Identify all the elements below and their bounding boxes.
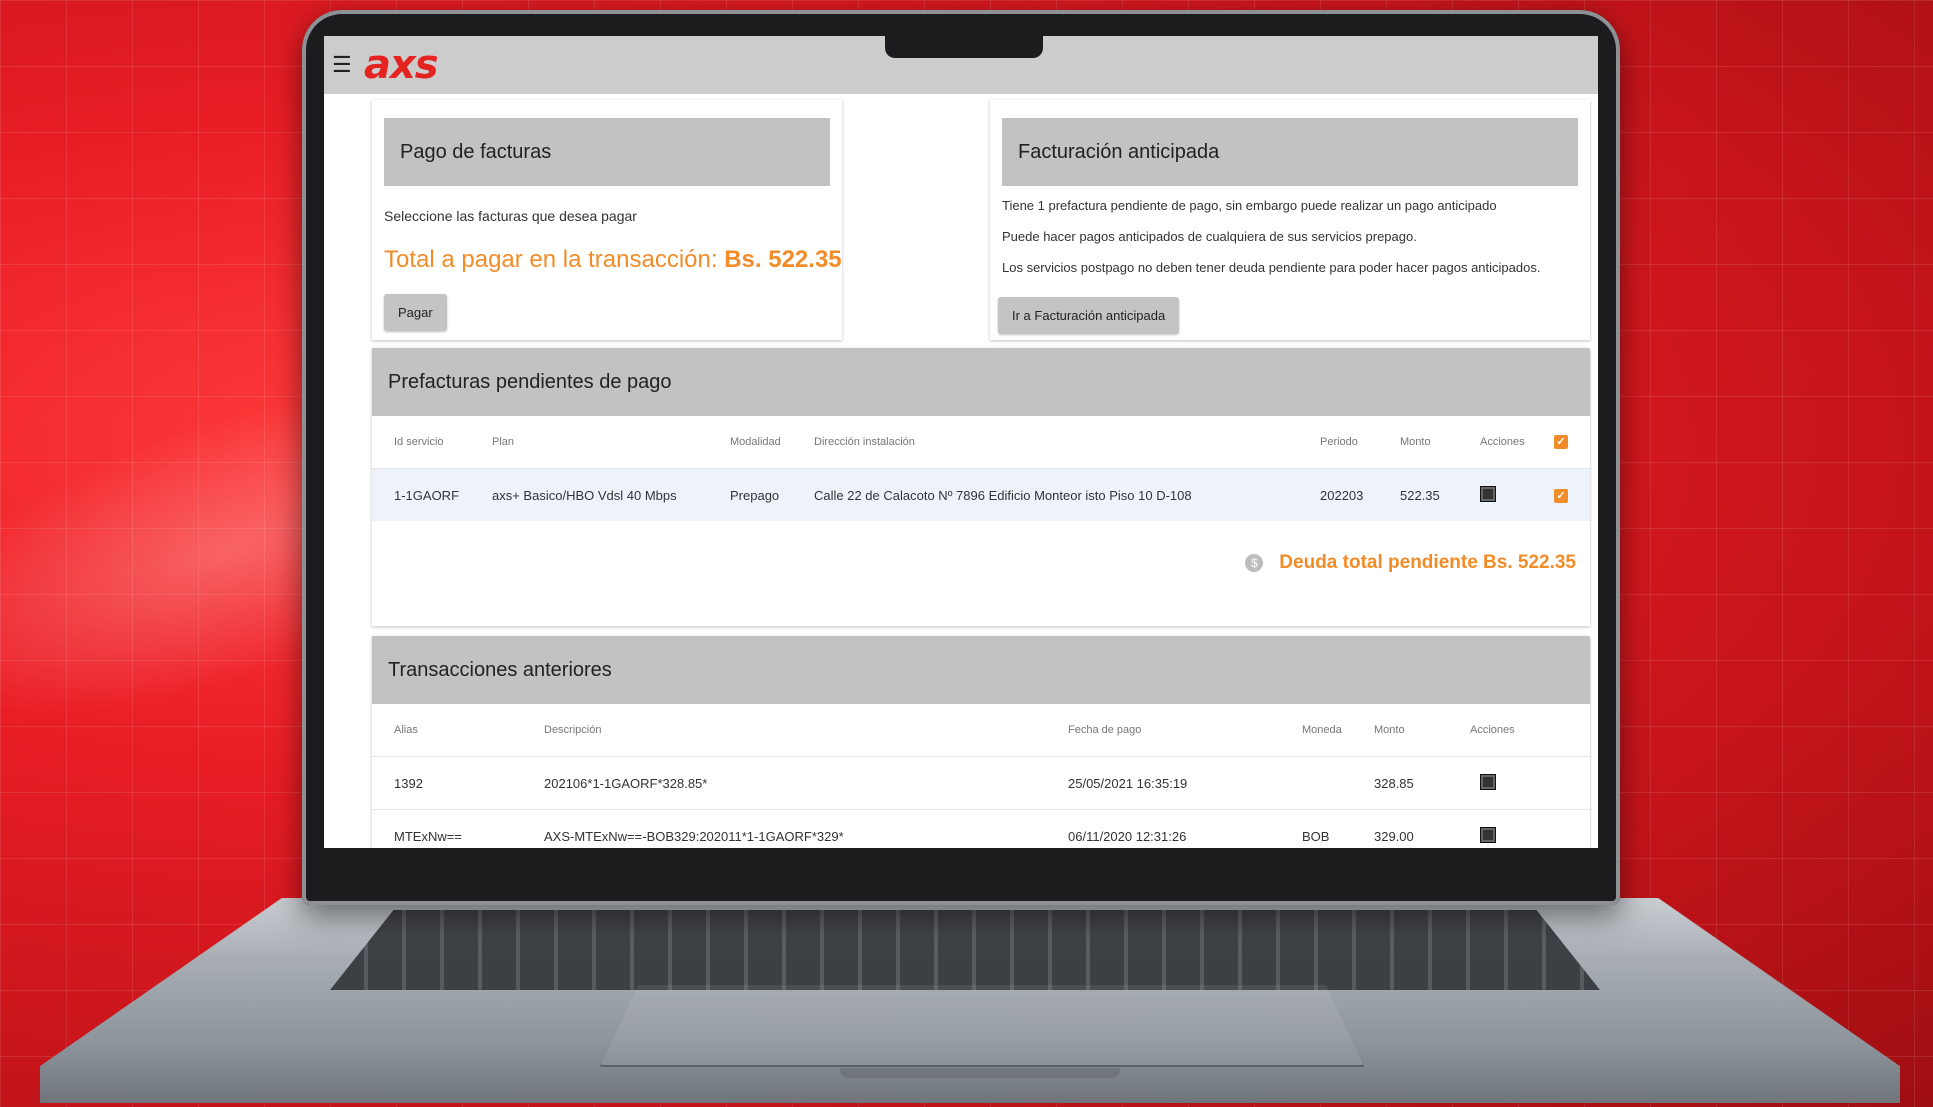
- col-id-servicio: Id servicio: [394, 436, 444, 448]
- receipt-view-icon[interactable]: [1480, 826, 1496, 843]
- col-acciones: Acciones: [1480, 436, 1525, 448]
- cell-descripcion: AXS-MTExNw==-BOB329:202011*1-1GAORF*329*: [536, 809, 1060, 848]
- camera-notch: [885, 34, 1043, 58]
- cell-monto: 522.35: [1392, 468, 1472, 521]
- cell-id: 1-1GAORF: [372, 468, 484, 521]
- cell-fecha: 06/11/2020 12:31:26: [1060, 809, 1294, 848]
- ir-facturacion-anticipada-button[interactable]: Ir a Facturación anticipada: [998, 297, 1180, 334]
- cell-direccion: Calle 22 de Calacoto Nº 7896 Edificio Mo…: [806, 468, 1312, 521]
- cell-moneda: BOB: [1294, 809, 1366, 848]
- anticipada-line-1: Tiene 1 prefactura pendiente de pago, si…: [1002, 198, 1497, 213]
- pago-total: Total a pagar en la transacción: Bs. 522…: [384, 246, 842, 274]
- select-all-cell: ✓: [1546, 416, 1590, 469]
- col-modalidad: Modalidad: [730, 436, 781, 448]
- receipt-view-icon[interactable]: [1480, 773, 1496, 790]
- col-moneda: Moneda: [1302, 724, 1342, 736]
- col-direccion: Dirección instalación: [814, 436, 915, 448]
- laptop-trackpad: [600, 985, 1364, 1067]
- prefacturas-header-row: Id servicio Plan Modalidad Dirección ins…: [372, 416, 1590, 469]
- cell-moneda: [1294, 756, 1366, 810]
- cell-alias: MTExNw==: [372, 809, 536, 848]
- dollar-coin-icon: $: [1245, 554, 1264, 572]
- anticipada-line-2: Puede hacer pagos anticipados de cualqui…: [1002, 229, 1417, 244]
- debt-total: Deuda total pendiente Bs. 522.35: [1279, 552, 1576, 573]
- laptop-keyboard: [330, 910, 1600, 990]
- cell-monto: 329.00: [1366, 809, 1462, 848]
- transacciones-card: Transacciones anteriores Alias Descripci…: [372, 636, 1590, 848]
- col-plan: Plan: [492, 436, 515, 448]
- transacciones-title: Transacciones anteriores: [372, 636, 1590, 704]
- anticipada-title: Facturación anticipada: [1002, 118, 1578, 186]
- hamburger-icon[interactable]: ☰: [332, 52, 356, 78]
- col-alias: Alias: [394, 724, 418, 736]
- cell-acciones: [1462, 809, 1590, 848]
- cell-fecha: 25/05/2021 16:35:19: [1060, 756, 1294, 810]
- anticipada-card: Facturación anticipada Tiene 1 prefactur…: [990, 100, 1590, 340]
- main-content: Pago de facturas Seleccione las facturas…: [324, 94, 1598, 848]
- col-monto: Monto: [1400, 436, 1431, 448]
- pago-title: Pago de facturas: [384, 118, 830, 186]
- cell-periodo: 202203: [1312, 468, 1392, 521]
- table-row[interactable]: 1392 202106*1-1GAORF*328.85* 25/05/2021 …: [372, 756, 1590, 810]
- row-checkbox[interactable]: ✓: [1554, 489, 1568, 503]
- col-acciones-trx: Acciones: [1470, 724, 1515, 736]
- transacciones-header-row: Alias Descripción Fecha de pago Moneda M…: [372, 704, 1590, 757]
- cell-plan: axs+ Basico/HBO Vdsl 40 Mbps: [484, 468, 722, 521]
- invoice-view-icon[interactable]: [1480, 485, 1496, 502]
- col-fecha: Fecha de pago: [1068, 724, 1142, 736]
- cell-acciones: [1472, 468, 1546, 521]
- col-periodo: Periodo: [1320, 436, 1358, 448]
- col-descripcion: Descripción: [544, 724, 602, 736]
- axs-logo: axs: [364, 42, 439, 88]
- anticipada-line-3: Los servicios postpago no deben tener de…: [1002, 260, 1541, 275]
- pago-subtitle: Seleccione las facturas que desea pagar: [384, 208, 637, 224]
- cell-alias: 1392: [372, 756, 536, 810]
- prefacturas-title: Prefacturas pendientes de pago: [372, 348, 1590, 416]
- transacciones-table: Alias Descripción Fecha de pago Moneda M…: [372, 704, 1590, 848]
- table-row[interactable]: 1-1GAORF axs+ Basico/HBO Vdsl 40 Mbps Pr…: [372, 468, 1590, 521]
- cell-monto: 328.85: [1366, 756, 1462, 810]
- laptop-front-lip: [840, 1068, 1120, 1078]
- cell-select: ✓: [1546, 468, 1590, 521]
- app-screen: ☰ axs Pago de facturas Seleccione las fa…: [324, 36, 1598, 848]
- table-row[interactable]: MTExNw== AXS-MTExNw==-BOB329:202011*1-1G…: [372, 809, 1590, 848]
- select-all-checkbox[interactable]: ✓: [1554, 435, 1568, 449]
- cell-acciones: [1462, 756, 1590, 810]
- debt-summary: $ Deuda total pendiente Bs. 522.35: [1245, 552, 1576, 574]
- cell-modalidad: Prepago: [722, 468, 806, 521]
- pagar-button[interactable]: Pagar: [384, 294, 447, 331]
- pago-card: Pago de facturas Seleccione las facturas…: [372, 100, 842, 340]
- prefacturas-card: Prefacturas pendientes de pago Id servic…: [372, 348, 1590, 626]
- prefacturas-table: Id servicio Plan Modalidad Dirección ins…: [372, 416, 1590, 521]
- cell-descripcion: 202106*1-1GAORF*328.85*: [536, 756, 1060, 810]
- pago-total-value: Bs. 522.35: [724, 246, 842, 273]
- col-monto-trx: Monto: [1374, 724, 1405, 736]
- pago-total-label: Total a pagar en la transacción:: [384, 246, 718, 273]
